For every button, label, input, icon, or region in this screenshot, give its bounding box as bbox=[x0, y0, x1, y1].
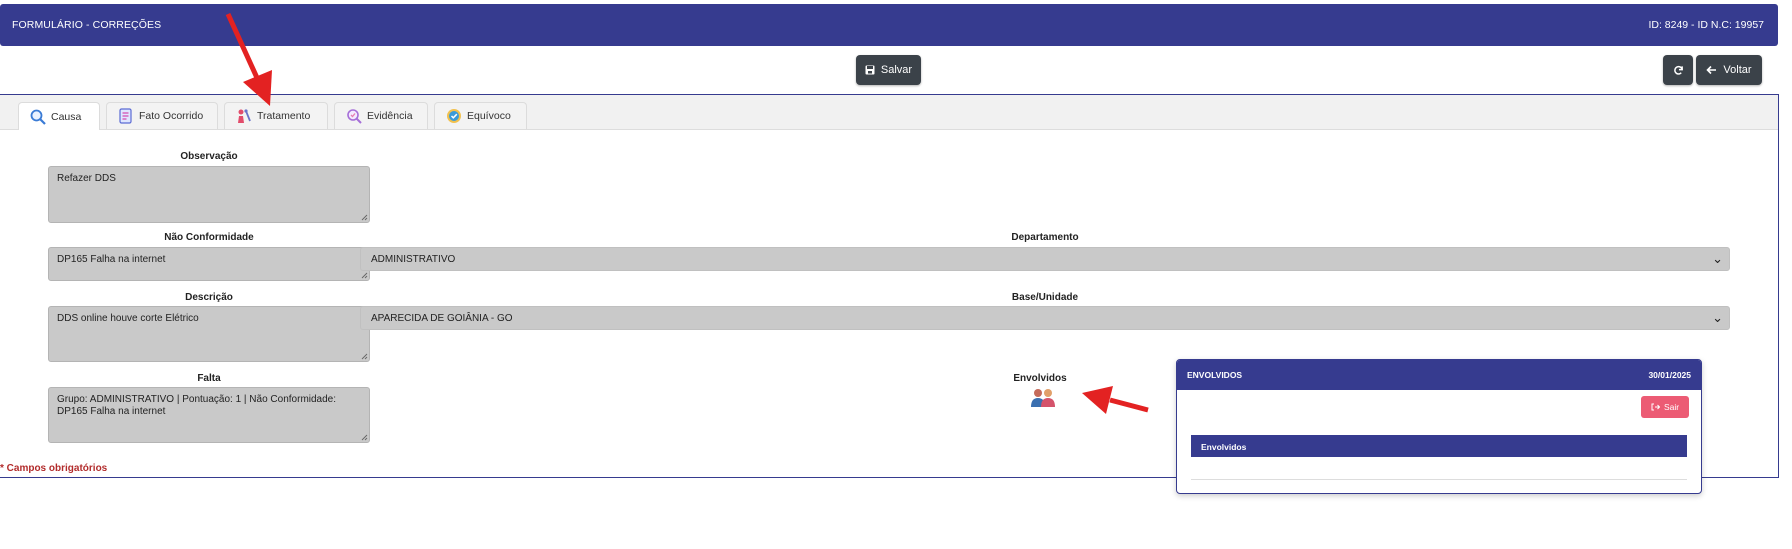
arrow-to-envolvidos-icon bbox=[1082, 386, 1149, 414]
arrow-to-tratamento-tab bbox=[225, 12, 272, 106]
annotation-arrows bbox=[225, 12, 1149, 414]
